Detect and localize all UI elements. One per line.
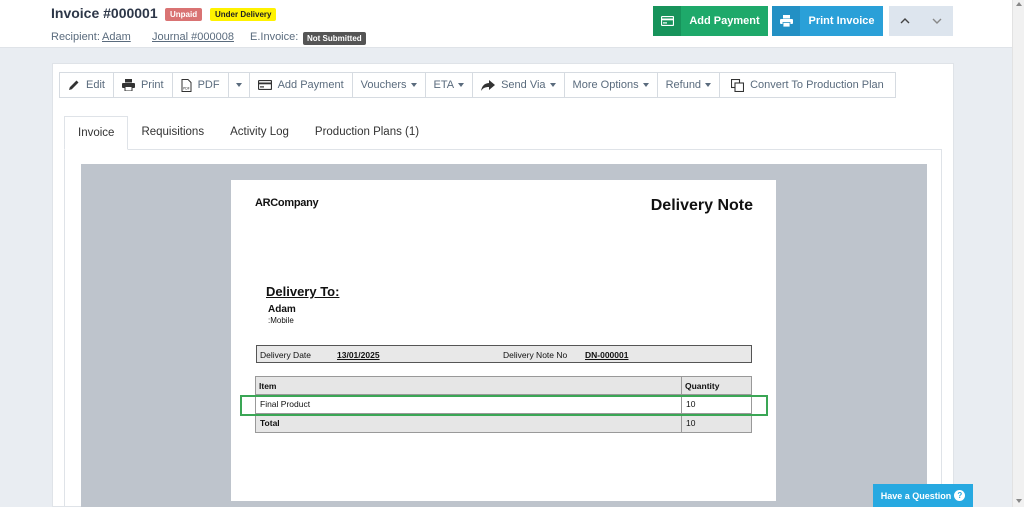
have-a-question-button[interactable]: Have a Question ? xyxy=(873,484,973,507)
refund-dropdown[interactable]: Refund xyxy=(656,72,721,98)
tab-bar: Invoice Requisitions Activity Log Produc… xyxy=(64,116,432,150)
delivery-status-badge: Under Delivery xyxy=(210,8,277,21)
print-invoice-button[interactable]: Print Invoice xyxy=(772,6,883,36)
total-quantity: 10 xyxy=(681,413,752,433)
more-options-dropdown[interactable]: More Options xyxy=(563,72,658,98)
caret-down-icon xyxy=(235,83,242,87)
tab-activity-log[interactable]: Activity Log xyxy=(217,116,302,150)
print-invoice-label: Print Invoice xyxy=(808,15,875,27)
refund-label: Refund xyxy=(665,79,702,91)
toolbar-add-payment-label: Add Payment xyxy=(277,79,344,91)
total-label: Total xyxy=(255,413,682,433)
recipient-label: Recipient: xyxy=(51,31,100,43)
customer-mobile: :Mobile xyxy=(268,316,294,325)
quantity-cell: 10 xyxy=(681,394,752,414)
total-row: Total 10 xyxy=(255,413,752,433)
delivery-info-bar: Delivery Date 13/01/2025 Delivery Note N… xyxy=(256,345,752,363)
einvoice-label: E.Invoice: xyxy=(250,31,299,43)
caret-down-icon xyxy=(410,83,417,87)
vouchers-label: Vouchers xyxy=(360,79,407,91)
page-scrollbar[interactable] xyxy=(1012,0,1024,507)
copy-icon xyxy=(731,78,745,92)
tab-production-plans[interactable]: Production Plans (1) xyxy=(302,116,432,150)
customer-name: Adam xyxy=(268,304,296,315)
chevron-down-icon xyxy=(932,18,942,24)
credit-card-icon xyxy=(257,80,272,90)
scroll-down-icon[interactable] xyxy=(1016,499,1022,503)
table-row: Final Product 10 xyxy=(255,394,752,414)
edit-label: Edit xyxy=(86,79,105,91)
action-toolbar: Edit Print PDF PDF Add Payment Vouchers … xyxy=(59,72,896,98)
page-title: Invoice #000001 xyxy=(51,5,158,21)
printer-icon xyxy=(772,6,800,36)
print-label: Print xyxy=(140,79,164,91)
caret-down-icon xyxy=(642,83,649,87)
invoice-panel: Edit Print PDF PDF Add Payment Vouchers … xyxy=(52,63,954,507)
document-preview[interactable]: ARCompany Delivery Note Delivery To: Ada… xyxy=(81,164,927,507)
next-button[interactable] xyxy=(921,6,953,36)
svg-text:PDF: PDF xyxy=(183,86,190,90)
tab-requisitions[interactable]: Requisitions xyxy=(128,116,217,150)
eta-label: ETA xyxy=(433,79,455,91)
previous-button[interactable] xyxy=(889,6,921,36)
caret-down-icon xyxy=(549,83,556,87)
pencil-icon xyxy=(69,80,79,90)
printer-icon xyxy=(121,79,135,91)
unpaid-badge: Unpaid xyxy=(165,8,203,21)
pdf-label: PDF xyxy=(197,79,220,91)
pdf-file-icon: PDF xyxy=(181,78,192,92)
item-cell: Final Product xyxy=(255,394,682,414)
more-options-label: More Options xyxy=(572,79,639,91)
caret-down-icon xyxy=(705,83,712,87)
add-payment-button[interactable]: Add Payment xyxy=(653,6,768,36)
pdf-button[interactable]: PDF PDF xyxy=(171,72,229,98)
question-icon: ? xyxy=(954,490,966,501)
help-label: Have a Question xyxy=(880,490,952,501)
convert-production-plan-button[interactable]: Convert To Production Plan xyxy=(719,72,896,98)
send-via-dropdown[interactable]: Send Via xyxy=(472,72,565,98)
vouchers-dropdown[interactable]: Vouchers xyxy=(351,72,426,98)
caret-down-icon xyxy=(458,83,465,87)
recipient-link[interactable]: Adam xyxy=(102,31,131,43)
delivery-note-no-value: DN-000001 xyxy=(585,350,629,360)
add-payment-label: Add Payment xyxy=(689,15,760,27)
journal-link[interactable]: Journal #000008 xyxy=(152,31,234,43)
delivery-date-value: 13/01/2025 xyxy=(337,350,380,360)
share-arrow-icon xyxy=(481,79,496,91)
edit-button[interactable]: Edit xyxy=(59,72,114,98)
toolbar-add-payment-button[interactable]: Add Payment xyxy=(248,72,353,98)
einvoice-status-badge: Not Submitted xyxy=(303,32,366,45)
delivery-note-no-label: Delivery Note No xyxy=(503,350,568,360)
send-via-label: Send Via xyxy=(501,79,546,91)
chevron-up-icon xyxy=(900,18,910,24)
scroll-up-icon[interactable] xyxy=(1016,2,1022,6)
tab-invoice[interactable]: Invoice xyxy=(64,116,129,150)
document-title: Delivery Note xyxy=(650,197,753,214)
item-column-header: Item xyxy=(255,376,682,395)
quantity-column-header: Quantity xyxy=(681,376,752,395)
pdf-dropdown-button[interactable] xyxy=(227,72,250,98)
delivery-date-label: Delivery Date xyxy=(260,350,312,360)
table-header-row: Item Quantity xyxy=(255,376,752,395)
delivery-to-heading: Delivery To: xyxy=(266,284,340,299)
delivery-note-page: ARCompany Delivery Note Delivery To: Ada… xyxy=(231,180,776,501)
eta-dropdown[interactable]: ETA xyxy=(424,72,474,98)
company-name: ARCompany xyxy=(255,197,319,209)
credit-card-icon xyxy=(653,6,681,36)
print-button[interactable]: Print xyxy=(112,72,173,98)
items-table: Item Quantity Final Product 10 Total 10 xyxy=(255,376,752,433)
convert-label: Convert To Production Plan xyxy=(750,79,884,91)
invoice-header: Invoice #000001 Unpaid Under Delivery Re… xyxy=(0,0,1012,48)
